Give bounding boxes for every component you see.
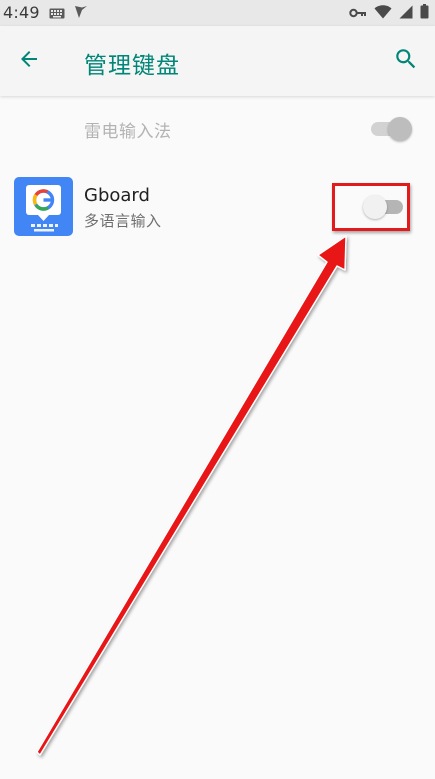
back-button[interactable] (10, 42, 48, 80)
search-button[interactable] (387, 42, 425, 80)
status-right-icons (349, 3, 429, 23)
app-bar: 管理键盘 (0, 26, 435, 96)
wifi-icon (374, 4, 392, 23)
keyboard-icon (49, 4, 65, 23)
status-left-icons (49, 4, 88, 23)
gboard-icon (14, 177, 73, 236)
toggle-thumb (388, 117, 412, 141)
arrow-back-icon (17, 47, 41, 75)
keyboard-label: 雷电输入法 (84, 122, 172, 142)
search-icon (393, 46, 419, 76)
keyboard-subtitle: 多语言输入 (84, 212, 162, 230)
signal-icon (399, 4, 413, 23)
status-bar: 4:49 (0, 0, 435, 26)
status-time: 4:49 (3, 3, 40, 22)
leidian-toggle (371, 117, 412, 141)
annotation-highlight-box (332, 183, 410, 231)
keyboard-label: Gboard (84, 185, 150, 206)
battery-icon (420, 3, 429, 23)
vpn-key-icon (349, 4, 367, 23)
keyboard-row-leidian: 雷电输入法 (0, 100, 435, 158)
app-notification-icon (74, 4, 88, 23)
page-title: 管理键盘 (84, 53, 180, 79)
